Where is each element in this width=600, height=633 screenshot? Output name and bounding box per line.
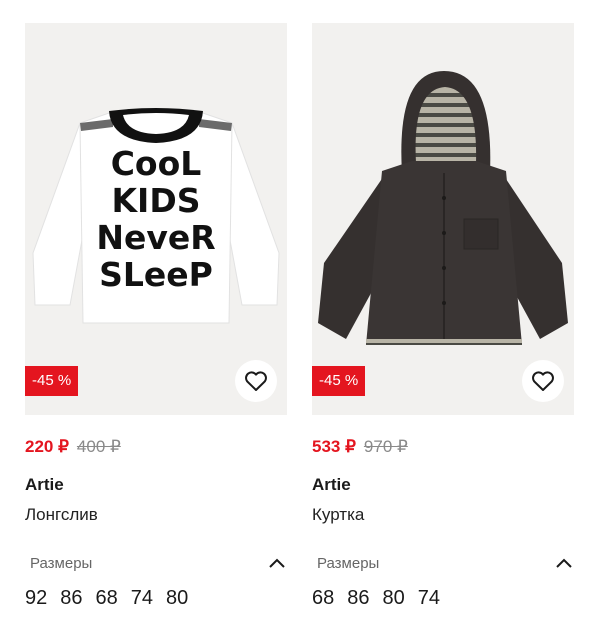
discount-badge: -45 % [25, 366, 79, 396]
print-line-2: KIDS [111, 181, 200, 220]
heart-outline-icon [532, 371, 554, 391]
size-option[interactable]: 92 [25, 587, 47, 610]
chevron-up-icon[interactable] [554, 556, 574, 570]
product-name[interactable]: Куртка [312, 505, 574, 527]
sizes-label: Размеры [30, 554, 93, 572]
heart-outline-icon [245, 371, 267, 391]
size-option[interactable]: 68 [96, 587, 118, 610]
brand-name[interactable]: Artie [25, 475, 287, 497]
size-option[interactable]: 86 [60, 587, 82, 610]
longsleeve-image: CooL KIDS NeveR SLeeP [32, 108, 280, 324]
price-block: 220 ₽ 400 ₽ [25, 437, 287, 459]
old-price: 400 ₽ [76, 437, 121, 456]
size-option[interactable]: 80 [383, 587, 405, 610]
size-option[interactable]: 68 [312, 587, 334, 610]
sizes-label: Размеры [317, 554, 380, 572]
favorite-button[interactable] [235, 360, 277, 402]
brand-name[interactable]: Artie [312, 475, 574, 497]
product-card[interactable]: CooL KIDS NeveR SLeeP -45 % 220 ₽ 400 ₽ … [25, 23, 287, 610]
jacket-image [318, 71, 568, 345]
print-line-1: CooL [111, 144, 202, 183]
sizes-header[interactable]: Размеры [25, 553, 287, 573]
product-card[interactable]: -45 % 533 ₽ 970 ₽ Artie Куртка Размеры 6… [312, 23, 574, 610]
product-name[interactable]: Лонгслив [25, 505, 287, 527]
size-list: 92 86 68 74 80 [25, 587, 287, 610]
print-line-4: SLeeP [99, 255, 213, 294]
size-option[interactable]: 80 [166, 587, 188, 610]
old-price: 970 ₽ [363, 437, 408, 456]
print-line-3: NeveR [96, 218, 215, 257]
price-block: 533 ₽ 970 ₽ [312, 437, 574, 459]
size-option[interactable]: 74 [418, 587, 440, 610]
sale-price: 220 ₽ [25, 437, 69, 456]
discount-badge: -45 % [312, 366, 366, 396]
sizes-header[interactable]: Размеры [312, 553, 574, 573]
product-image[interactable]: -45 % [312, 23, 574, 415]
product-image[interactable]: CooL KIDS NeveR SLeeP -45 % [25, 23, 287, 415]
sale-price: 533 ₽ [312, 437, 356, 456]
size-list: 68 86 80 74 [312, 587, 574, 610]
chevron-up-icon[interactable] [267, 556, 287, 570]
size-option[interactable]: 86 [347, 587, 369, 610]
size-option[interactable]: 74 [131, 587, 153, 610]
favorite-button[interactable] [522, 360, 564, 402]
